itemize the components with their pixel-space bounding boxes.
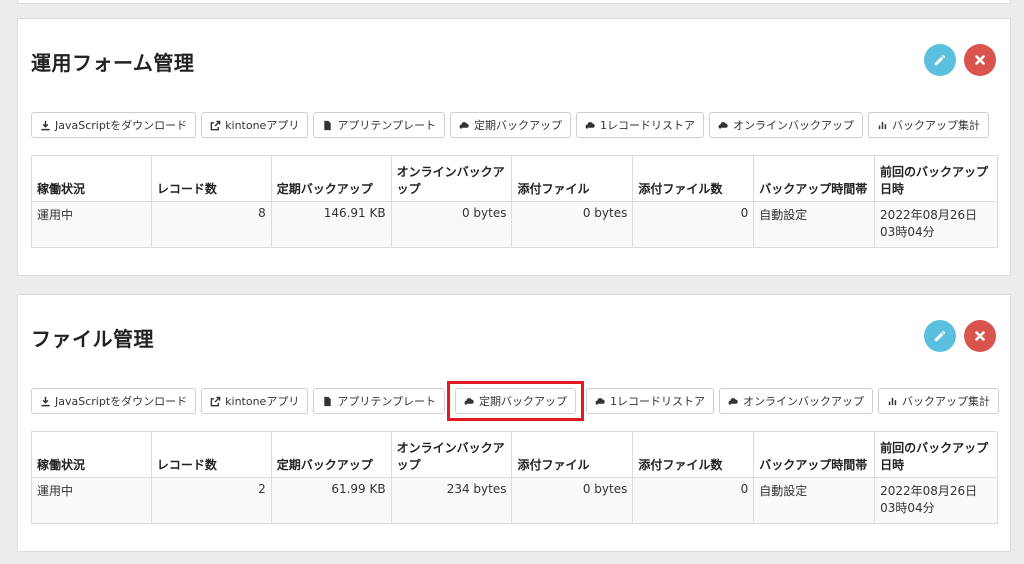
cloud-icon [459, 120, 470, 131]
app-template-button[interactable]: アプリテンプレート [313, 112, 445, 138]
column-header: 稼働状況 [31, 431, 152, 478]
one-record-restore-button[interactable]: 1レコードリストア [576, 112, 704, 138]
column-header: 定期バックアップ [270, 431, 392, 478]
backup-time-cell: 自動設定 [753, 201, 876, 248]
external-link-icon [210, 396, 221, 407]
table-row: 運用中 8 146.91 KB 0 bytes 0 bytes 0 自動設定 2… [31, 201, 998, 248]
download-js-button[interactable]: JavaScriptをダウンロード [31, 112, 197, 138]
close-icon [975, 331, 985, 341]
attachment-cell: 0 bytes [511, 201, 634, 248]
highlight-box: 定期バックアップ [447, 381, 584, 421]
table-header: 稼働状況 レコード数 定期バックアップ オンラインバックアップ 添付ファイル 添… [31, 431, 998, 478]
download-icon [40, 396, 51, 407]
download-js-button[interactable]: JavaScriptをダウンロード [31, 388, 197, 414]
toolbar: JavaScriptをダウンロード kintoneアプリ アプリテンプレート 定… [31, 381, 999, 421]
attachment-cell: 0 bytes [511, 477, 634, 524]
cloud-icon [728, 396, 739, 407]
bar-chart-icon [877, 120, 888, 131]
column-header: バックアップ時間帯 [753, 431, 876, 478]
last-backup-cell: 2022年08月26日 03時04分 [874, 201, 998, 248]
scheduled-backup-button[interactable]: 定期バックアップ [455, 388, 576, 414]
column-header: レコード数 [150, 155, 272, 202]
record-count-cell: 2 [150, 477, 272, 524]
attachment-count-cell: 0 [632, 477, 755, 524]
table-row: 運用中 2 61.99 KB 234 bytes 0 bytes 0 自動設定 … [31, 477, 998, 524]
backup-summary-button[interactable]: バックアップ集計 [878, 388, 999, 414]
delete-button[interactable] [964, 44, 996, 76]
backup-time-cell: 自動設定 [753, 477, 876, 524]
app-panel-2: ファイル管理 JavaScriptをダウンロード kintoneアプリ アプリテ… [17, 294, 1011, 552]
last-backup-cell: 2022年08月26日 03時04分 [874, 477, 998, 524]
backup-table: 稼働状況 レコード数 定期バックアップ オンラインバックアップ 添付ファイル 添… [31, 155, 998, 248]
app-panel-1: 運用フォーム管理 JavaScriptをダウンロード kintoneアプリ アプ… [17, 18, 1011, 276]
bar-chart-icon [887, 396, 898, 407]
attachment-count-cell: 0 [632, 201, 755, 248]
kintone-app-button[interactable]: kintoneアプリ [201, 388, 309, 414]
pencil-icon [934, 54, 946, 66]
online-backup-button[interactable]: オンラインバックアップ [709, 112, 863, 138]
column-header: 添付ファイル [511, 155, 634, 202]
page-title: 運用フォーム管理 [31, 51, 195, 75]
close-icon [975, 55, 985, 65]
column-header: 稼働状況 [31, 155, 152, 202]
external-link-icon [210, 120, 221, 131]
delete-button[interactable] [964, 320, 996, 352]
column-header: オンラインバックアップ [390, 431, 513, 478]
online-backup-cell: 234 bytes [390, 477, 513, 524]
column-header: 添付ファイル数 [632, 155, 755, 202]
column-header: レコード数 [150, 431, 272, 478]
online-backup-cell: 0 bytes [390, 201, 513, 248]
table-header: 稼働状況 レコード数 定期バックアップ オンラインバックアップ 添付ファイル 添… [31, 155, 998, 202]
previous-panel [17, 0, 1011, 4]
backup-summary-button[interactable]: バックアップ集計 [868, 112, 989, 138]
scheduled-backup-cell: 146.91 KB [270, 201, 392, 248]
scheduled-backup-button[interactable]: 定期バックアップ [450, 112, 571, 138]
online-backup-button[interactable]: オンラインバックアップ [719, 388, 873, 414]
record-count-cell: 8 [150, 201, 272, 248]
file-icon [322, 120, 333, 131]
pencil-icon [934, 330, 946, 342]
column-header: 添付ファイル [511, 431, 634, 478]
status-cell: 運用中 [31, 201, 152, 248]
download-icon [40, 120, 51, 131]
cloud-icon [464, 396, 475, 407]
app-template-button[interactable]: アプリテンプレート [313, 388, 445, 414]
status-cell: 運用中 [31, 477, 152, 524]
cloud-icon [718, 120, 729, 131]
column-header: オンラインバックアップ [390, 155, 513, 202]
cloud-icon [595, 396, 606, 407]
column-header: 定期バックアップ [270, 155, 392, 202]
cloud-icon [585, 120, 596, 131]
one-record-restore-button[interactable]: 1レコードリストア [586, 388, 714, 414]
toolbar: JavaScriptをダウンロード kintoneアプリ アプリテンプレート 定… [31, 112, 989, 138]
file-icon [322, 396, 333, 407]
column-header: 前回のバックアップ日時 [874, 431, 998, 478]
column-header: バックアップ時間帯 [753, 155, 876, 202]
edit-button[interactable] [924, 320, 956, 352]
edit-button[interactable] [924, 44, 956, 76]
scheduled-backup-cell: 61.99 KB [270, 477, 392, 524]
backup-table: 稼働状況 レコード数 定期バックアップ オンラインバックアップ 添付ファイル 添… [31, 431, 998, 524]
page-title: ファイル管理 [31, 327, 154, 351]
column-header: 添付ファイル数 [632, 431, 755, 478]
kintone-app-button[interactable]: kintoneアプリ [201, 112, 309, 138]
column-header: 前回のバックアップ日時 [874, 155, 998, 202]
